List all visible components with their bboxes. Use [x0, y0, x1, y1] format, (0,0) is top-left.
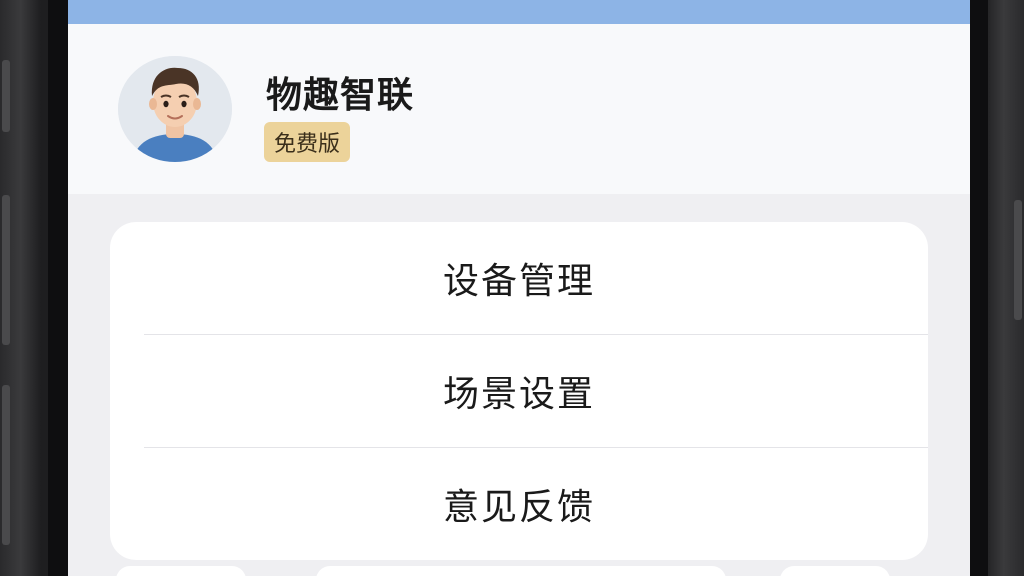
avatar-illustration: [118, 56, 232, 162]
profile-card[interactable]: 物趣智联 免费版: [68, 24, 970, 194]
volume-up-button: [2, 195, 10, 345]
menu-item-label: 场景设置: [442, 374, 595, 415]
settings-menu: 设备管理 场景设置 意见反馈: [110, 222, 928, 560]
mute-switch: [2, 60, 10, 132]
menu-item-label: 意见反馈: [442, 487, 595, 528]
phone-frame: 物趣智联 免费版 设备管理 场景设置 意见反馈: [0, 0, 1024, 576]
menu-item-device-management[interactable]: 设备管理: [110, 222, 928, 334]
user-avatar-icon[interactable]: [118, 56, 232, 162]
menu-item-feedback[interactable]: 意见反馈: [110, 448, 928, 560]
menu-item-scene-settings[interactable]: 场景设置: [110, 335, 928, 447]
app-screen: 物趣智联 免费版 设备管理 场景设置 意见反馈: [68, 0, 970, 576]
bottom-card-partial: [116, 566, 246, 576]
plan-badge: 免费版: [264, 122, 351, 162]
power-button: [1014, 200, 1022, 320]
header-bar: [68, 0, 970, 24]
menu-item-label: 设备管理: [442, 261, 595, 302]
bottom-card-partial: [316, 566, 726, 576]
app-name: 物趣智联: [266, 75, 415, 116]
bottom-card-partial: [780, 566, 890, 576]
volume-down-button: [2, 385, 10, 545]
